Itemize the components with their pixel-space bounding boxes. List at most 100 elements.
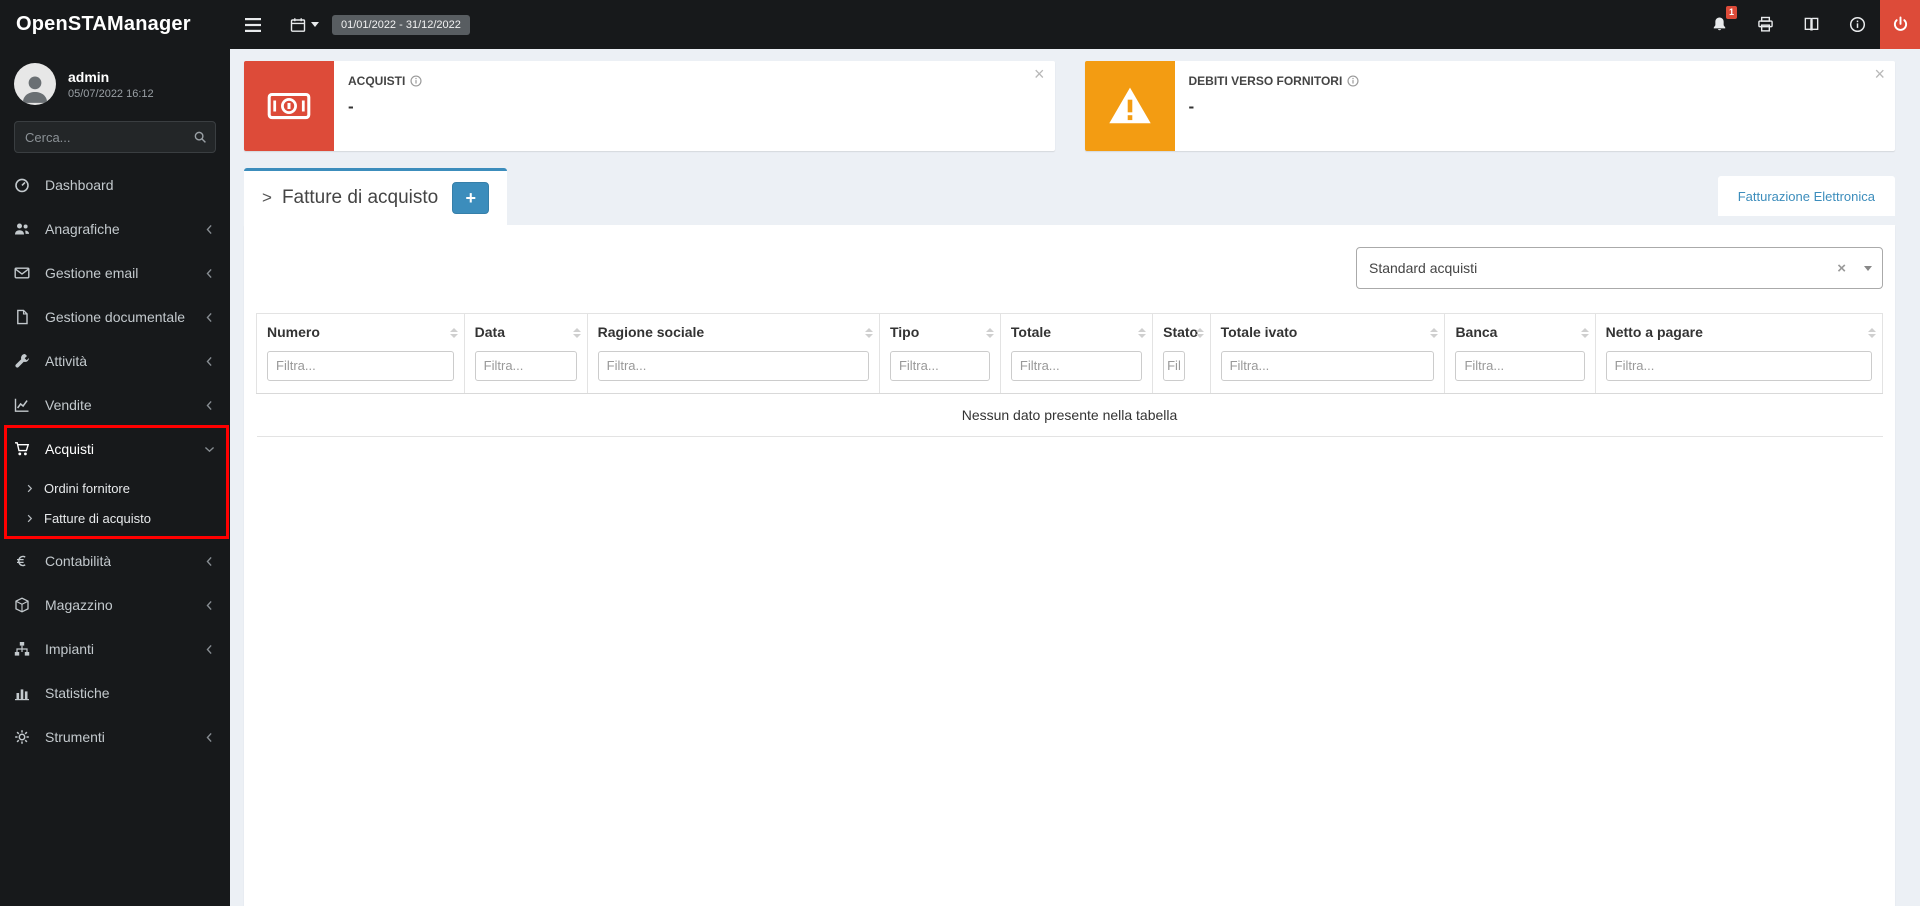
person-icon	[22, 76, 48, 103]
column-header-3[interactable]: Tipo	[878, 313, 1001, 394]
chevron-down-icon	[310, 22, 319, 27]
power-icon	[1892, 16, 1909, 33]
filter-input-5[interactable]	[1163, 350, 1186, 381]
cart-icon	[14, 441, 36, 457]
tab-fatturazione-elettronica[interactable]: Fatturazione Elettronica	[1717, 176, 1895, 216]
sort-icon[interactable]	[1195, 328, 1204, 338]
sidebar-item-magazzino[interactable]: Magazzino	[0, 583, 230, 627]
logout-button[interactable]	[1880, 0, 1920, 49]
sidebar-item-impianti[interactable]: Impianti	[0, 627, 230, 671]
bar-chart-icon	[14, 685, 36, 701]
chevron-left-icon	[203, 311, 216, 324]
sort-icon[interactable]	[1430, 328, 1439, 338]
euro-icon	[14, 553, 36, 569]
sidebar-subitem-ordini-fornitore[interactable]: Ordini fornitore	[0, 473, 230, 503]
widgets-row: ACQUISTI - × DEBITI VERSO FORNITORI - ×	[244, 61, 1895, 151]
column-header-6[interactable]: Totale ivato	[1209, 313, 1446, 394]
add-invoice-button[interactable]: +	[452, 182, 490, 214]
sidebar-item-attivita[interactable]: Attività	[0, 339, 230, 383]
filter-input-6[interactable]	[1220, 350, 1435, 381]
column-header-7[interactable]: Banca	[1444, 313, 1596, 394]
book-icon	[1803, 16, 1820, 33]
sidebar-item-strumenti[interactable]: Strumenti	[0, 715, 230, 759]
sort-icon[interactable]	[1868, 328, 1876, 338]
column-header-2[interactable]: Ragione sociale	[586, 313, 880, 394]
column-header-8[interactable]: Netto a pagare	[1594, 313, 1884, 394]
sort-icon[interactable]	[985, 328, 994, 338]
filter-input-4[interactable]	[1010, 350, 1143, 381]
angle-right-icon	[24, 513, 35, 524]
sidebar-item-gestione-documentale[interactable]: Gestione documentale	[0, 295, 230, 339]
money-icon	[244, 61, 334, 151]
empty-row: Nessun dato presente nella tabella	[256, 392, 1883, 437]
view-select[interactable]: Standard acquisti ×	[1356, 247, 1883, 289]
app-logo[interactable]: OpenSTAManager	[0, 0, 230, 49]
sidebar-subitem-fatture-di-acquisto[interactable]: Fatture di acquisto	[0, 503, 230, 533]
sidebar-toggle-button[interactable]	[230, 0, 276, 49]
page-title: Fatture di acquisto	[281, 187, 439, 208]
close-icon[interactable]: ×	[1874, 65, 1885, 83]
filter-input-0[interactable]	[267, 350, 454, 381]
tabs-row: > Fatture di acquisto + Fatturazione Ele…	[244, 168, 1895, 225]
select-row: Standard acquisti ×	[256, 237, 1883, 289]
widget-value: -	[1188, 97, 1195, 116]
column-header-0[interactable]: Numero	[256, 313, 465, 394]
hamburger-icon	[245, 17, 261, 32]
column-header-5[interactable]: Stato	[1152, 313, 1211, 394]
chevron-left-icon	[203, 731, 216, 744]
sort-icon[interactable]	[1138, 328, 1147, 338]
filter-input-3[interactable]	[889, 350, 990, 381]
empty-cell: Nessun dato presente nella tabella	[256, 392, 1883, 437]
date-range-badge[interactable]: 01/01/2022 - 31/12/2022	[332, 14, 470, 35]
close-icon[interactable]: ×	[1034, 65, 1045, 83]
login-datetime: 05/07/2022 16:12	[68, 87, 154, 100]
sidebar-item-acquisti[interactable]: Acquisti	[0, 427, 230, 471]
column-header-4[interactable]: Totale	[999, 313, 1154, 394]
calendar-dropdown-button[interactable]	[276, 0, 332, 49]
sort-icon[interactable]	[572, 328, 581, 338]
sidebar-item-statistiche[interactable]: Statistiche	[0, 671, 230, 715]
topbar: OpenSTAManager 01/01/2022 - 31/12/2022 1	[0, 0, 1920, 49]
widget-acquisti: ACQUISTI - ×	[244, 61, 1055, 151]
filter-input-1[interactable]	[474, 350, 577, 381]
gear-icon	[14, 729, 36, 745]
info-button[interactable]	[1834, 0, 1880, 49]
filter-input-8[interactable]	[1605, 350, 1872, 381]
info-icon[interactable]	[410, 75, 422, 87]
wrench-icon	[14, 353, 36, 369]
selected-option: Standard acquisti	[1369, 260, 1478, 276]
widget-title: ACQUISTI	[348, 74, 406, 88]
users-icon	[14, 221, 36, 237]
widget-title: DEBITI VERSO FORNITORI	[1188, 74, 1343, 88]
sort-icon[interactable]	[449, 328, 458, 338]
sidebar-search	[14, 121, 216, 153]
submenu-acquisti: Ordini fornitore Fatture di acquisto	[0, 471, 230, 539]
sidebar-menu: Dashboard Anagrafiche Gestione email Gestio…	[0, 163, 230, 759]
chevron-left-icon	[203, 599, 216, 612]
envelope-icon	[14, 265, 36, 281]
chevron-left-icon	[203, 643, 216, 656]
sidebar-item-vendite[interactable]: Vendite	[0, 383, 230, 427]
info-icon[interactable]	[1347, 75, 1359, 87]
sidebar-item-gestione-email[interactable]: Gestione email	[0, 251, 230, 295]
column-header-1[interactable]: Data	[463, 313, 588, 394]
sort-icon[interactable]	[864, 328, 873, 338]
sidebar-item-contabilita[interactable]: Contabilità	[0, 539, 230, 583]
user-name: admin	[68, 68, 110, 85]
sidebar-item-anagrafiche[interactable]: Anagrafiche	[0, 207, 230, 251]
tab-fatture-di-acquisto[interactable]: > Fatture di acquisto +	[244, 168, 508, 225]
clear-selection-icon[interactable]: ×	[1829, 260, 1854, 277]
chevron-left-icon	[203, 555, 216, 568]
sort-icon[interactable]	[1580, 328, 1589, 338]
sidebar-item-dashboard[interactable]: Dashboard	[0, 163, 230, 207]
filter-input-2[interactable]	[597, 350, 869, 381]
notifications-button[interactable]: 1	[1696, 0, 1742, 49]
print-button[interactable]	[1742, 0, 1788, 49]
sidebar: admin 05/07/2022 16:12 DashboardAnagrafi…	[0, 49, 230, 906]
search-icon[interactable]	[186, 123, 214, 151]
chevron-left-icon	[203, 399, 216, 412]
widget-value: -	[348, 97, 354, 116]
docs-button[interactable]	[1788, 0, 1834, 49]
filter-input-7[interactable]	[1455, 350, 1585, 381]
